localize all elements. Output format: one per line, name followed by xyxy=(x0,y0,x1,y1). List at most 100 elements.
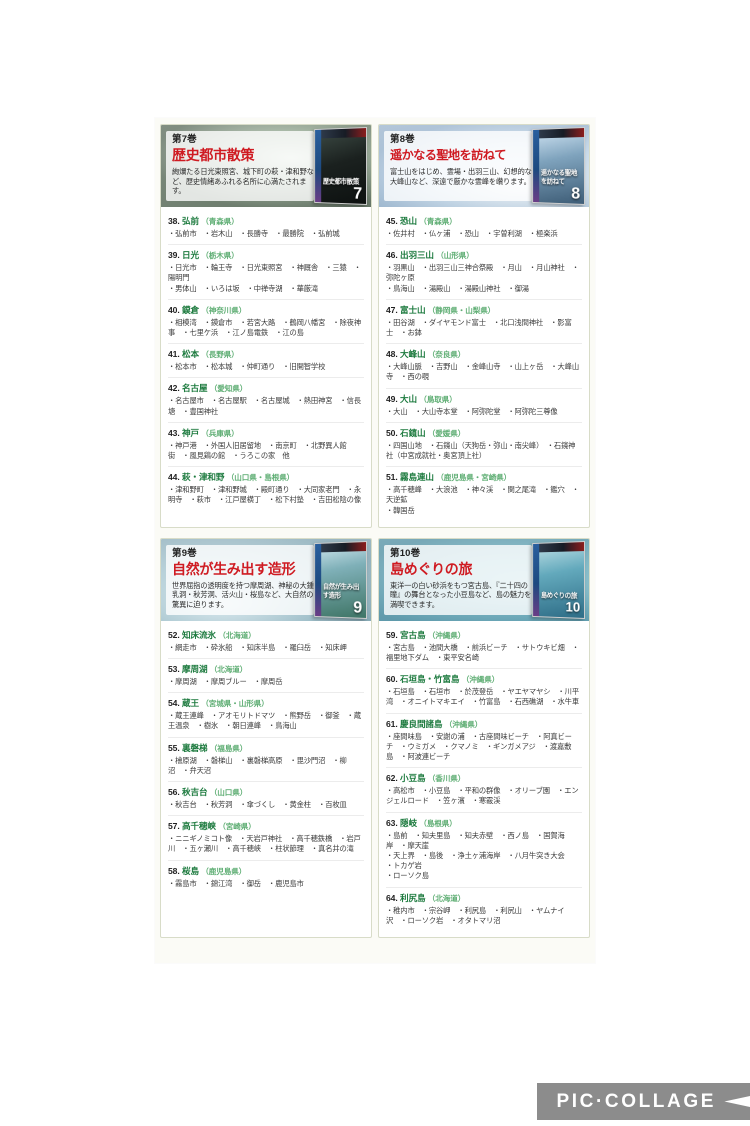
entry-prefecture: （山形県） xyxy=(436,251,474,261)
list-item[interactable]: 61. 慶良間諸島 （沖縄県） ・座間味島 ・安謝の浦 ・古座間味ビーチ ・阿真… xyxy=(386,714,582,769)
volume-description: 絢爛たる日光東照宮、城下町の萩・津和野など、歴史情緒あふれる名所に心満たされます… xyxy=(172,167,314,196)
entry-name: 秋吉台 xyxy=(181,787,208,798)
list-item[interactable]: 38. 弘前 （青森県） ・弘前市 ・岩木山 ・長勝寺 ・最勝院 ・弘前城 xyxy=(168,211,364,246)
list-item[interactable]: 41. 松本 （長野県） ・松本市 ・松本城 ・仲町通り ・旧開智学校 xyxy=(168,344,364,379)
list-item[interactable]: 49. 大山 （鳥取県） ・大山 ・大山寺本堂 ・阿弥陀堂 ・阿弥陀三尊像 xyxy=(386,389,582,423)
panel-header-9: 第9巻 自然が生み出す造形 世界屈指の透明度を持つ摩周湖、神秘の大鍾乳洞・秋芳洞… xyxy=(161,538,371,621)
entry-name: 日光 xyxy=(181,250,199,261)
list-item[interactable]: 42. 名古屋 （愛知県） ・名古屋市 ・名古屋駅 ・名古屋城 ・熱田神宮 ・信… xyxy=(168,378,364,423)
list-item[interactable]: 63. 隠岐 （島根県） ・島前 ・知夫里島 ・知夫赤壁 ・西ノ島 ・国賀海岸 … xyxy=(386,813,582,888)
list-item[interactable]: 52. 知床流氷 （北海道） ・網走市 ・砕氷船 ・知床半島 ・羅臼岳 ・知床岬 xyxy=(168,625,364,660)
entry-places: ・相模湾 ・鏌倉市 ・若宮大路 ・鶴岡八幡宮 ・除夜神事 ・七里ケ浜 ・江ノ島電… xyxy=(168,317,361,338)
dvd-number: 9 xyxy=(353,597,363,617)
entry-number: 50. xyxy=(386,427,398,438)
entry-prefecture: （兵庫県） xyxy=(201,428,239,438)
entry-number: 56. xyxy=(168,787,180,798)
entry-name: 桜島 xyxy=(181,865,199,876)
list-item[interactable]: 64. 利尻島 （北海道） ・稚内市 ・宗谷岬 ・利尻島 ・利尻山 ・ヤムナイ沢… xyxy=(386,888,582,931)
dvd-case-9: 自然が生み出す造形 9 xyxy=(314,540,367,619)
entry-places: ・津和野町 ・津和野城 ・殿町通り ・大同家老門 ・永明寺 ・萩市 ・江戸屋横丁… xyxy=(168,485,361,505)
entry-prefecture: （愛知県） xyxy=(209,384,248,394)
list-item[interactable]: 55. 裏磐梯 （福島県） ・檜原湖 ・磐梯山 ・裏磐梯高原 ・毘沙門沼 ・柳沼… xyxy=(168,738,364,783)
list-item[interactable]: 45. 恐山 （青森県） ・佐井村 ・仏ヶ浦 ・恐山 ・宇曽利湖 ・極楽浜 xyxy=(386,211,582,246)
list-item[interactable]: 44. 萩・津和野 （山口県・島根県） ・津和野町 ・津和野城 ・殿町通り ・大… xyxy=(168,467,364,510)
entry-places: ・名古屋市 ・名古屋駅 ・名古屋城 ・熱田神宮 ・信長塘 ・豊国神社 xyxy=(168,396,361,416)
list-item[interactable]: 39. 日光 （栃木県） ・日光市 ・輪王寺 ・日光東照宮 ・神厩舎 ・三猿 ・… xyxy=(168,245,364,300)
volume-title: 遥かなる聖地を訪ねて xyxy=(390,148,506,162)
entry-places: ・檜原湖 ・磐梯山 ・裏磐梯高原 ・毘沙門沼 ・柳沼 ・弁天沼 xyxy=(168,755,347,775)
list-item[interactable]: 54. 蔵王 （宮城県・山形県） ・蔵王連峰 ・アオモリトドマツ ・熊野岳 ・御… xyxy=(168,693,364,738)
entry-name: 知床流氷 xyxy=(181,629,216,640)
entry-prefecture: （北海道） xyxy=(209,665,248,675)
entry-prefecture: （神奈川県） xyxy=(201,305,247,315)
entry-prefecture: （山口県） xyxy=(209,788,248,798)
volume-panel-10[interactable]: 第10巻 島めぐりの旅 東洋一の白い砂浜をもつ宮古島、『二十四の瞳』の舞台となっ… xyxy=(378,537,590,939)
entry-number: 51. xyxy=(386,472,398,483)
volume-title: 自然が生み出す造形 xyxy=(172,560,296,577)
entry-prefecture: （鹿児島県・宮崎県） xyxy=(436,473,512,483)
list-item[interactable]: 57. 高千穂峡 （宮崎県） ・ニニギノミコト像 ・天岩戸神社 ・高千穂鉄橋 ・… xyxy=(168,816,364,861)
list-item[interactable]: 53. 摩周湖 （北海道） ・摩周湖 ・摩周ブルー ・摩周岳 xyxy=(168,659,364,694)
entry-list-7: 38. 弘前 （青森県） ・弘前市 ・岩木山 ・長勝寺 ・最勝院 ・弘前城 39… xyxy=(161,207,371,511)
entry-name: 慶良間諸島 xyxy=(399,718,443,729)
entry-number: 45. xyxy=(386,216,398,226)
entry-places: ・霧島市 ・錦江湾 ・御岳 ・鹿児島市 xyxy=(168,878,304,888)
entry-prefecture: （北海道） xyxy=(427,893,466,903)
volume-panel-9[interactable]: 第9巻 自然が生み出す造形 世界屈指の透明度を持つ摩周湖、神秘の大鍾乳洞・秋芳洞… xyxy=(160,537,372,939)
volume-description: 東洋一の白い砂浜をもつ宮古島、『二十四の瞳』の舞台となった小豆島など、島の魅力を… xyxy=(390,580,532,610)
entry-number: 49. xyxy=(386,393,398,404)
entry-name: 霧島連山 xyxy=(399,472,434,483)
entry-prefecture: （長野県） xyxy=(201,350,239,360)
list-item[interactable]: 50. 石鑧山 （愛媛県） ・四国山地 ・石鑧山（天狗岳・弥山・南尖峰） ・石鑧… xyxy=(386,423,582,468)
entry-number: 44. xyxy=(168,472,180,483)
entry-name: 宮古島 xyxy=(399,629,426,640)
list-item[interactable]: 59. 宮古島 （沖縄県） ・宮古島 ・池間大橋 ・前浜ビーチ ・サトウキビ畑 … xyxy=(386,625,582,670)
volume-description: 世界屈指の透明度を持つ摩周湖、神秘の大鍾乳洞・秋芳洞、活火山・桜島など、大自然の… xyxy=(172,580,314,610)
entry-places: ・高千穂峰 ・大浪池 ・神々渓 ・関之尾滝 ・鑑穴 ・天逆鉱 ・韓国岳 xyxy=(386,485,579,515)
entry-places: ・摩周湖 ・摩周ブルー ・摩周岳 xyxy=(168,677,283,687)
entry-prefecture: （鹿児島県） xyxy=(201,866,247,876)
entry-number: 64. xyxy=(386,892,398,903)
list-item[interactable]: 58. 桜島 （鹿児島県） ・霧島市 ・錦江湾 ・御岳 ・鹿児島市 xyxy=(168,861,364,894)
entry-number: 42. xyxy=(168,383,180,394)
watermark-label: PIC·COLLAGE xyxy=(556,1090,716,1112)
entry-number: 52. xyxy=(168,629,180,640)
volume-panel-grid: 第7巻 歴史都市散策 絢爛たる日光東照宮、城下町の萩・津和野など、歴史情緒あふれ… xyxy=(160,124,590,939)
list-item[interactable]: 60. 石垣島・竹富島 （沖縄県） ・石垣島 ・石垣市 ・於茂登岳 ・ヤエヤマヤ… xyxy=(386,669,582,714)
entry-prefecture: （沖縄県） xyxy=(427,630,466,640)
entry-number: 59. xyxy=(386,629,398,640)
dvd-case-10: 島めぐりの旅 10 xyxy=(532,540,585,619)
entry-places: ・石垣島 ・石垣市 ・於茂登岳 ・ヤエヤマヤシ ・川平湾 ・オニイトマキエイ ・… xyxy=(386,687,579,707)
pic-collage-watermark: PIC·COLLAGE xyxy=(536,1083,750,1120)
list-item[interactable]: 43. 神戸 （兵庫県） ・神戸港 ・外国人旧居留地 ・南京町 ・北野異人館街 … xyxy=(168,423,364,468)
list-item[interactable]: 46. 出羽三山 （山形県） ・羽黒山 ・出羽三山三神合祭殿 ・月山 ・月山神社… xyxy=(386,245,582,300)
panel-header-7: 第7巻 歴史都市散策 絢爛たる日光東照宮、城下町の萩・津和野など、歴史情緒あふれ… xyxy=(161,125,371,207)
entry-list-10: 59. 宮古島 （沖縄県） ・宮古島 ・池間大橋 ・前浜ビーチ ・サトウキビ畑 … xyxy=(379,621,589,931)
entry-list-9: 52. 知床流氷 （北海道） ・網走市 ・砕氷船 ・知床半島 ・羅臼岳 ・知床岬… xyxy=(161,621,371,894)
volume-description: 富士山をはじめ、霊場・出羽三山、幻想的な大峰山など、深遠で厳かな霊峰を巑ります。 xyxy=(390,167,532,186)
list-item[interactable]: 51. 霧島連山 （鹿児島県・宮崎県） ・高千穂峰 ・大浪池 ・神々渓 ・関之尾… xyxy=(386,467,582,521)
list-item[interactable]: 62. 小豆島 （香川県） ・高松市 ・小豆島 ・平和の群像 ・オリーブ園 ・エ… xyxy=(386,768,582,813)
entry-prefecture: （宮城県・山形県） xyxy=(201,699,269,709)
volume-panel-7[interactable]: 第7巻 歴史都市散策 絢爛たる日光東照宮、城下町の萩・津和野など、歴史情緒あふれ… xyxy=(160,124,372,528)
entry-places: ・座間味島 ・安謝の浦 ・古座間味ビーチ ・阿真ビーチ ・ウミガメ ・クマノミ … xyxy=(386,731,572,762)
list-item[interactable]: 56. 秋吉台 （山口県） ・秋吉台 ・秋芳洞 ・傘づくし ・黄金柱 ・百枚皿 xyxy=(168,782,364,817)
entry-places: ・稚内市 ・宗谷岬 ・利尻島 ・利尻山 ・ヤムナイ沢 ・ローソク岩 ・オタトマリ… xyxy=(386,905,565,925)
list-item[interactable]: 40. 鏌倉 （神奈川県） ・相模湾 ・鏌倉市 ・若宮大路 ・鶴岡八幡宮 ・除夜… xyxy=(168,300,364,345)
entry-places: ・弘前市 ・岩木山 ・長勝寺 ・最勝院 ・弘前城 xyxy=(168,229,340,238)
collage-page: 第7巻 歴史都市散策 絢爛たる日光東照宮、城下町の萩・津和野など、歴史情緒あふれ… xyxy=(0,0,750,1126)
volume-panel-8[interactable]: 第8巻 遥かなる聖地を訪ねて 富士山をはじめ、霊場・出羽三山、幻想的な大峰山など… xyxy=(378,124,590,528)
entry-prefecture: （島根県） xyxy=(419,818,457,828)
entry-number: 60. xyxy=(386,674,398,685)
entry-number: 40. xyxy=(168,304,180,315)
volume-title: 島めぐりの旅 xyxy=(390,560,473,577)
entry-name: 出羽三山 xyxy=(399,250,434,261)
list-item[interactable]: 48. 大峰山 （奈良県） ・大峰山脈 ・吉野山 ・金峰山寺 ・山上ヶ岳 ・大峰… xyxy=(386,344,582,389)
dvd-number: 8 xyxy=(571,183,581,203)
entry-places: ・島前 ・知夫里島 ・知夫赤壁 ・西ノ島 ・国賀海岸 ・摩天崖 ・天上界 ・島後… xyxy=(386,830,565,881)
entry-prefecture: （山口県・島根県） xyxy=(226,473,295,483)
volume-number: 第8巻 xyxy=(390,134,415,145)
list-item[interactable]: 47. 富士山 （静岡県・山梨県） ・田谷湖 ・ダイヤモンド富士 ・北口浅間神社… xyxy=(386,300,582,345)
entry-number: 53. xyxy=(168,664,180,675)
panel-header-8: 第8巻 遥かなる聖地を訪ねて 富士山をはじめ、霊場・出羽三山、幻想的な大峰山など… xyxy=(379,125,589,207)
